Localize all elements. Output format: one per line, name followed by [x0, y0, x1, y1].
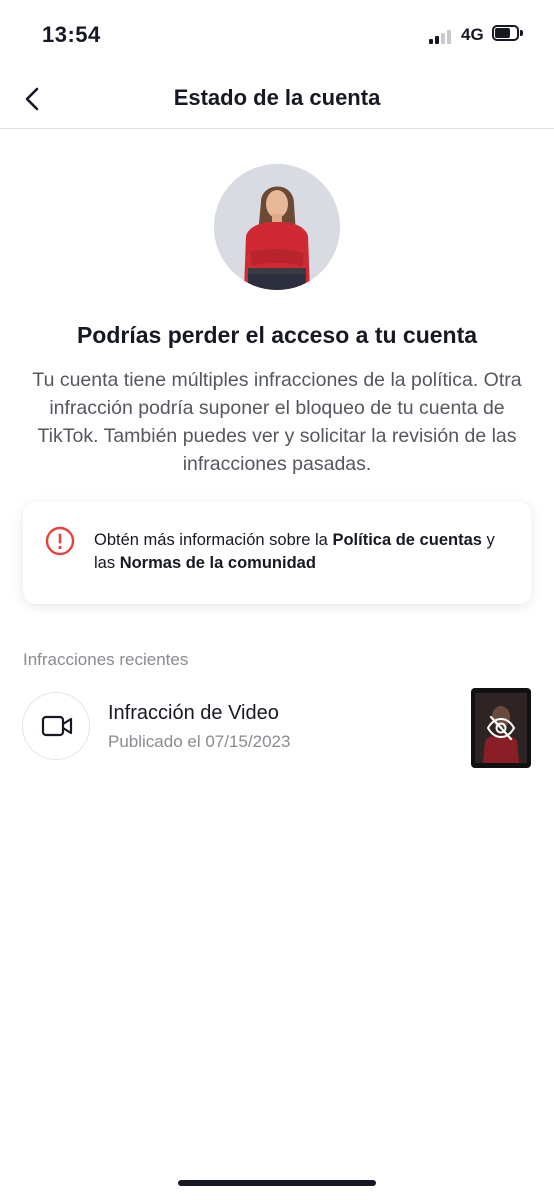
video-camera-icon [41, 715, 73, 737]
page-title: Estado de la cuenta [173, 85, 381, 110]
violation-item[interactable]: Infracción de Video Publicado el 07/15/2… [0, 686, 554, 772]
network-label: 4G [461, 25, 484, 44]
home-indicator[interactable] [178, 1180, 376, 1186]
signal-icon [429, 28, 455, 44]
battery-icon [492, 25, 526, 43]
warning-description: Tu cuenta tiene múltiples infracciones d… [32, 369, 522, 475]
violation-date: Publicado el 07/15/2023 [108, 732, 291, 751]
policy-info-text: Obtén más información sobre la Política … [94, 531, 495, 572]
community-guidelines-link[interactable]: Normas de la comunidad [120, 554, 316, 572]
policy-info-card: Obtén más información sobre la Política … [23, 502, 531, 604]
recent-violations-title: Infracciones recientes [23, 650, 189, 669]
avatar [214, 164, 340, 290]
status-bar: 13:54 4G [0, 0, 554, 70]
violation-title: Infracción de Video [108, 702, 279, 724]
video-type-badge [22, 692, 90, 760]
eye-off-icon [486, 715, 516, 741]
warning-headline: Podrías perder el acceso a tu cuenta [76, 322, 478, 348]
alert-circle-icon [45, 526, 75, 556]
status-time: 13:54 [42, 22, 101, 47]
nav-bar: Estado de la cuenta [0, 70, 554, 129]
video-thumbnail[interactable] [471, 688, 531, 768]
account-policy-link[interactable]: Política de cuentas [332, 531, 481, 549]
